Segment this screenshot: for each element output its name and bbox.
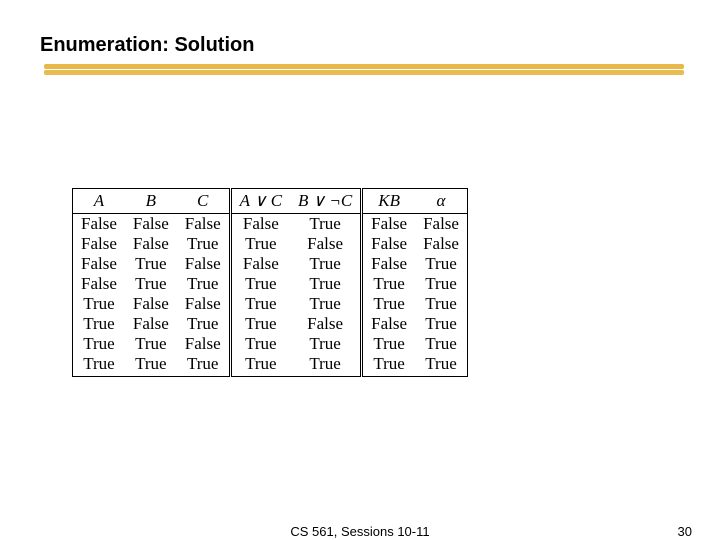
table-cell: True — [73, 294, 125, 314]
table-cell: True — [290, 274, 362, 294]
table-cell: True — [230, 274, 290, 294]
table-row: TrueFalseFalseTrueTrueTrueTrue — [73, 294, 468, 314]
table-cell: False — [125, 214, 177, 235]
table-cell: True — [177, 234, 230, 254]
table-cell: True — [362, 294, 415, 314]
table-cell: True — [415, 274, 467, 294]
table-cell: False — [177, 214, 230, 235]
table-row: FalseTrueTrueTrueTrueTrueTrue — [73, 274, 468, 294]
col-A: A — [73, 189, 125, 214]
table-cell: True — [230, 334, 290, 354]
table-cell: True — [125, 274, 177, 294]
table-cell: False — [177, 254, 230, 274]
table-cell: True — [125, 334, 177, 354]
table-row: TrueFalseTrueTrueFalseFalseTrue — [73, 314, 468, 334]
col-C: C — [177, 189, 230, 214]
table-cell: False — [230, 214, 290, 235]
table-cell: False — [125, 314, 177, 334]
table-cell: False — [73, 274, 125, 294]
table-cell: False — [362, 234, 415, 254]
table-cell: False — [177, 334, 230, 354]
table-cell: False — [177, 294, 230, 314]
table-cell: True — [230, 314, 290, 334]
table-cell: False — [415, 234, 467, 254]
title-underline — [44, 64, 684, 78]
table-cell: True — [415, 314, 467, 334]
table-row: FalseFalseTrueTrueFalseFalseFalse — [73, 234, 468, 254]
table-cell: True — [230, 354, 290, 377]
table-cell: True — [73, 334, 125, 354]
table-cell: True — [362, 334, 415, 354]
table-cell: True — [290, 354, 362, 377]
table-cell: True — [290, 214, 362, 235]
truth-table: A B C A ∨ C B ∨ ¬C KB α FalseFalseFalseF… — [72, 188, 468, 377]
col-alpha: α — [415, 189, 467, 214]
table-cell: True — [415, 354, 467, 377]
table-cell: True — [415, 334, 467, 354]
table-cell: True — [73, 314, 125, 334]
table-cell: True — [125, 254, 177, 274]
table-cell: False — [415, 214, 467, 235]
table-cell: True — [362, 274, 415, 294]
table-cell: False — [362, 314, 415, 334]
table-cell: False — [362, 214, 415, 235]
table-cell: False — [73, 234, 125, 254]
table-cell: False — [125, 234, 177, 254]
table-cell: False — [73, 214, 125, 235]
table-cell: False — [290, 314, 362, 334]
col-BorNotC: B ∨ ¬C — [290, 189, 362, 214]
table-cell: True — [415, 294, 467, 314]
table-cell: True — [177, 354, 230, 377]
table-cell: False — [362, 254, 415, 274]
table-cell: False — [230, 254, 290, 274]
footer-page: 30 — [678, 524, 692, 539]
table-cell: True — [177, 274, 230, 294]
table-row: TrueTrueFalseTrueTrueTrueTrue — [73, 334, 468, 354]
table-cell: False — [125, 294, 177, 314]
table-cell: True — [230, 234, 290, 254]
col-B: B — [125, 189, 177, 214]
table-cell: True — [290, 294, 362, 314]
table-cell: True — [362, 354, 415, 377]
footer-course: CS 561, Sessions 10-11 — [290, 524, 429, 539]
table-cell: True — [290, 254, 362, 274]
table-row: TrueTrueTrueTrueTrueTrueTrue — [73, 354, 468, 377]
page-title: Enumeration: Solution — [40, 34, 254, 57]
table-header-row: A B C A ∨ C B ∨ ¬C KB α — [73, 189, 468, 214]
col-AorC: A ∨ C — [230, 189, 290, 214]
table-cell: True — [125, 354, 177, 377]
table-cell: False — [73, 254, 125, 274]
table-row: FalseFalseFalseFalseTrueFalseFalse — [73, 214, 468, 235]
table-row: FalseTrueFalseFalseTrueFalseTrue — [73, 254, 468, 274]
table-cell: True — [177, 314, 230, 334]
table-cell: True — [230, 294, 290, 314]
col-KB: KB — [362, 189, 415, 214]
table-cell: True — [290, 334, 362, 354]
table-cell: True — [73, 354, 125, 377]
table-cell: True — [415, 254, 467, 274]
table-cell: False — [290, 234, 362, 254]
